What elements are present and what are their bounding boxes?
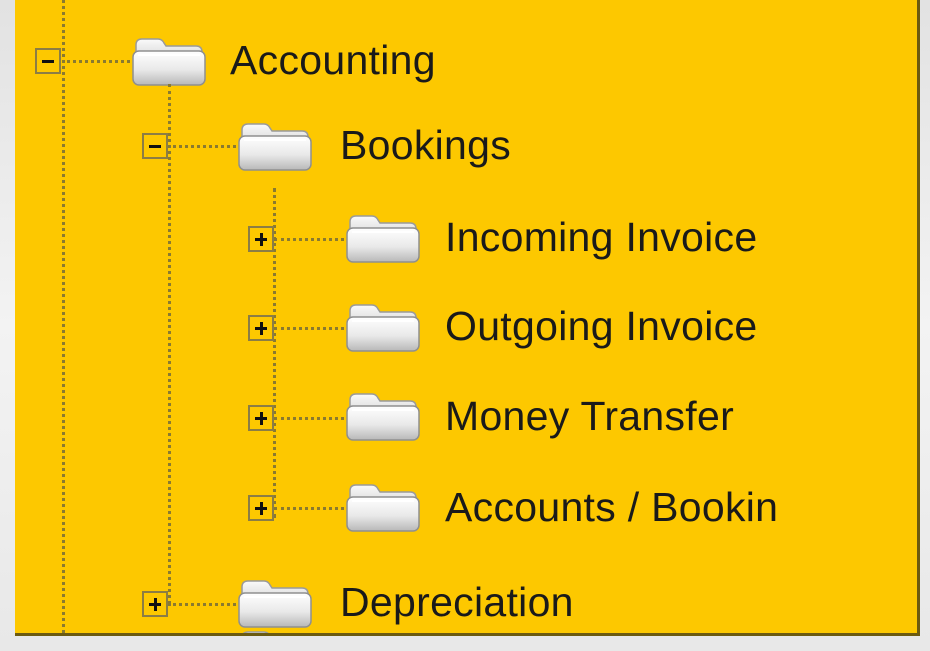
tree-node-label: Accounts / Bookin [445,484,779,530]
tree-node-label: Incoming Invoice [445,214,758,260]
tree-node-depreciation[interactable]: Depreciation [15,553,917,633]
tree-node-bookings[interactable]: Bookings [15,104,917,194]
expand-money-transfer-button[interactable] [248,405,274,431]
folder-icon [344,479,422,534]
tree-connector-money-transfer [274,417,344,420]
tree-connector-bookings [168,145,236,148]
tree-node-accounts-bookings[interactable]: Accounts / Bookin [15,464,917,554]
tree-node-label: Bookings [340,122,512,168]
collapse-bookings-button[interactable] [142,133,168,159]
tree-connector-accounts-bookings [274,507,344,510]
folder-icon [236,575,314,630]
tree-node-label: Depreciation [340,579,574,625]
folder-tree-panel: Accounting Bookings Incoming Invoice Out… [15,0,920,636]
tree-connector-outgoing-invoice [274,327,344,330]
tree-connector-depreciation [168,603,236,606]
tree-node-label: Money Transfer [445,393,735,439]
tree-node-label: Accounting [230,37,436,83]
expand-incoming-invoice-button[interactable] [248,226,274,252]
folder-icon [344,210,422,265]
tree-node-label: Outgoing Invoice [445,303,758,349]
folder-icon [236,118,314,173]
tree-node-accounting[interactable]: Accounting [15,18,917,108]
tree-node-money-transfer[interactable]: Money Transfer [15,374,917,464]
tree-node-outgoing-invoice[interactable]: Outgoing Invoice [15,285,917,375]
tree-connector-incoming-invoice [274,238,344,241]
folder-icon [236,626,314,633]
tree-node-incoming-invoice[interactable]: Incoming Invoice [15,196,917,286]
expand-outgoing-invoice-button[interactable] [248,315,274,341]
tree-connector-accounting [62,60,130,63]
expand-accounts-bookings-button[interactable] [248,495,274,521]
expand-depreciation-button[interactable] [142,591,168,617]
folder-icon [130,33,208,88]
collapse-accounting-button[interactable] [35,48,61,74]
folder-icon [344,299,422,354]
folder-icon [344,388,422,443]
